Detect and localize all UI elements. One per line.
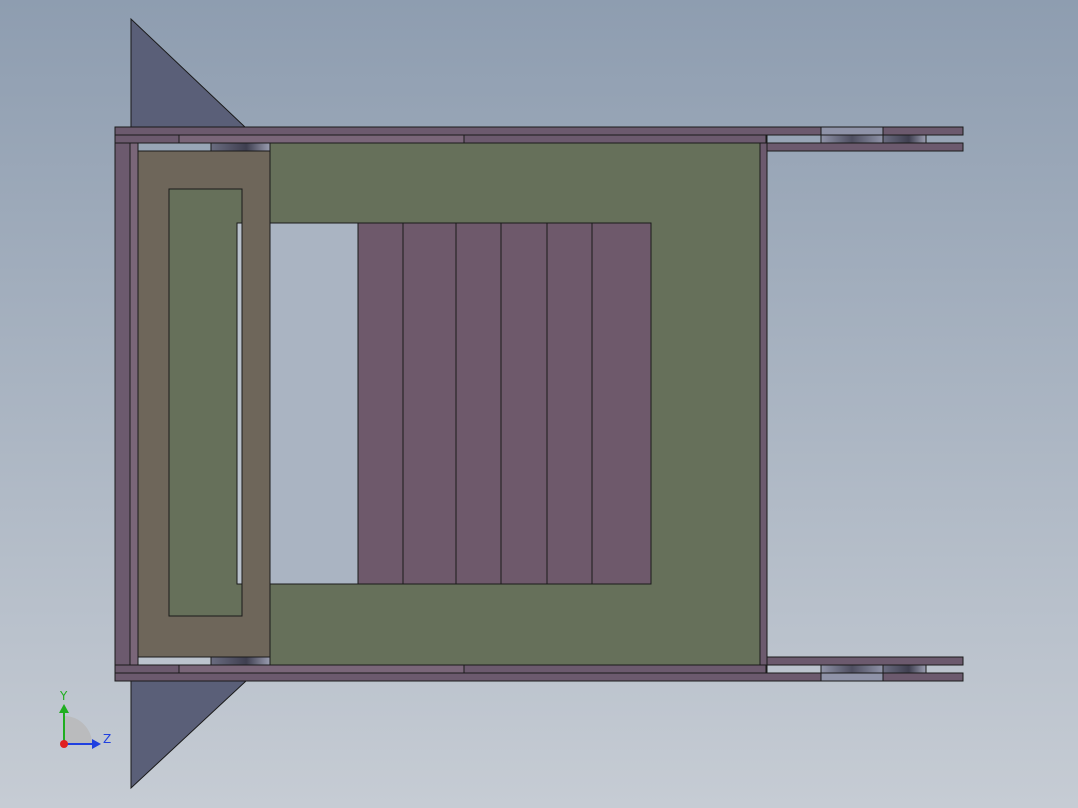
model-canvas[interactable]: Y Z bbox=[0, 0, 1078, 808]
frame-left-inner[interactable] bbox=[129, 142, 139, 666]
hinge-block-bottom-left[interactable] bbox=[210, 656, 271, 666]
inset-green-panel[interactable] bbox=[168, 188, 243, 617]
y-axis-label: Y bbox=[59, 689, 68, 703]
hinge-top-right-a[interactable] bbox=[820, 134, 884, 144]
slat-6[interactable] bbox=[591, 222, 652, 585]
inset-strip bbox=[236, 222, 243, 585]
arm-top-inner[interactable] bbox=[766, 142, 964, 152]
slat-5[interactable] bbox=[546, 222, 593, 585]
hinge-bottom-right-a[interactable] bbox=[820, 664, 884, 674]
frame-left-outer[interactable] bbox=[114, 142, 131, 666]
rail-top-outer[interactable] bbox=[114, 126, 822, 136]
hinge-top-right-c bbox=[820, 126, 884, 136]
rail-bottom-outer[interactable] bbox=[114, 672, 822, 682]
hinge-block-top-left[interactable] bbox=[210, 142, 271, 152]
slat-group[interactable] bbox=[357, 222, 652, 585]
hinge-top-right-b[interactable] bbox=[882, 134, 927, 144]
hinge-bottom-right-b[interactable] bbox=[882, 664, 927, 674]
slat-1[interactable] bbox=[357, 222, 404, 585]
rail-bottom-inner-short bbox=[178, 664, 465, 674]
hinge-bottom-right-c bbox=[820, 672, 884, 682]
frame-right[interactable] bbox=[759, 134, 768, 674]
z-axis-label: Z bbox=[103, 732, 111, 746]
panel-opening bbox=[269, 222, 359, 585]
slat-3[interactable] bbox=[455, 222, 502, 585]
slat-2[interactable] bbox=[402, 222, 457, 585]
arm-bottom-inner[interactable] bbox=[766, 656, 964, 666]
arm-top-outer[interactable] bbox=[882, 126, 964, 136]
slat-4[interactable] bbox=[500, 222, 548, 585]
x-axis-dot-icon bbox=[60, 740, 68, 748]
graphics-viewport[interactable]: Y Z bbox=[0, 0, 1078, 808]
rail-top-inner-short bbox=[178, 134, 465, 144]
arm-bottom-outer[interactable] bbox=[882, 672, 964, 682]
